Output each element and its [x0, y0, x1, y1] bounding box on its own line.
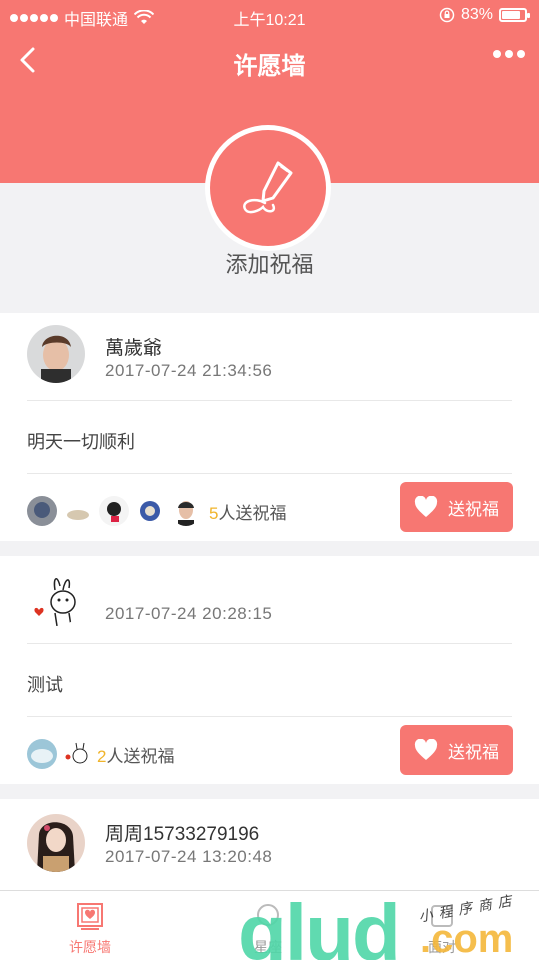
add-blessing-label: 添加祝福 — [225, 252, 314, 277]
user-name: 萬歲爺 — [105, 338, 163, 359]
blesser-avatar[interactable] — [27, 496, 57, 526]
divider — [27, 643, 512, 644]
add-blessing-inner — [210, 130, 326, 246]
pen-heart-icon — [243, 161, 293, 214]
battery-icon — [499, 8, 530, 22]
send-blessing-label: 送祝福 — [448, 499, 499, 519]
status-bar: 中国联通 上午10:21 83% — [0, 0, 539, 32]
rotation-lock-icon — [439, 7, 455, 23]
card-user: 2017-07-24 20:28:15 — [0, 556, 539, 644]
post-time: 2017-07-24 21:34:56 — [105, 361, 273, 380]
send-blessing-label: 送祝福 — [448, 742, 499, 762]
divider — [27, 400, 512, 401]
send-blessing-button[interactable]: 送祝福 — [400, 482, 513, 532]
send-blessing-button[interactable]: 送祝福 — [400, 725, 513, 775]
status-right: 83% — [439, 6, 530, 24]
wish-card: 周周15733279196 2017-07-24 13:20:48 — [0, 799, 539, 890]
wish-content: 明天一切顺利 — [27, 432, 135, 452]
user-name: 周周15733279196 — [105, 824, 260, 845]
heart-icon — [414, 739, 438, 760]
wish-card: 2017-07-24 20:28:15 测试 2人送祝福 送祝福 — [0, 556, 539, 784]
bless-count-suffix: 人送祝福 — [106, 746, 175, 766]
bless-count-text: 2人送祝福 — [97, 742, 174, 767]
bless-count-suffix: 人送祝福 — [218, 503, 287, 523]
more-icon-dot — [493, 50, 501, 58]
blessers-list: 5人送祝福 — [27, 496, 286, 526]
more-button[interactable] — [493, 50, 525, 58]
page-title: 许愿墙 — [233, 53, 306, 80]
watermark-logo: glud — [238, 888, 401, 960]
blessers-list: 2人送祝福 — [27, 739, 174, 769]
divider — [27, 716, 512, 717]
avatar[interactable] — [27, 325, 85, 383]
card-user: 周周15733279196 2017-07-24 13:20:48 — [0, 799, 539, 887]
add-blessing-button[interactable] — [205, 125, 331, 251]
post-time: 2017-07-24 20:28:15 — [105, 604, 273, 623]
wish-wall-icon — [77, 903, 103, 930]
bless-count-text: 5人送祝福 — [209, 499, 286, 524]
battery-percent: 83% — [460, 6, 493, 23]
avatar[interactable] — [27, 568, 85, 626]
tab-wish-wall-label: 许愿墙 — [69, 939, 111, 955]
wish-card: 萬歲爺 2017-07-24 21:34:56 明天一切顺利 5人送祝福 送祝福 — [0, 313, 539, 541]
blesser-avatar[interactable] — [63, 496, 93, 526]
post-time: 2017-07-24 13:20:48 — [105, 847, 273, 866]
divider — [27, 473, 512, 474]
blesser-avatar[interactable] — [27, 739, 57, 769]
avatar[interactable] — [27, 814, 85, 872]
blesser-avatar[interactable] — [63, 739, 89, 769]
card-user: 萬歲爺 2017-07-24 21:34:56 — [0, 313, 539, 401]
navigation-bar: 许愿墙 — [0, 36, 539, 86]
blesser-avatar[interactable] — [99, 496, 129, 526]
watermark-domain: .com — [420, 917, 514, 960]
heart-icon — [414, 496, 438, 517]
blesser-avatar[interactable] — [171, 496, 201, 526]
tab-wish-wall[interactable]: 许愿墙 — [40, 901, 140, 957]
wish-content: 测试 — [27, 675, 63, 695]
more-icon-dot — [505, 50, 513, 58]
blesser-avatar[interactable] — [135, 496, 165, 526]
more-icon-dot — [517, 50, 525, 58]
